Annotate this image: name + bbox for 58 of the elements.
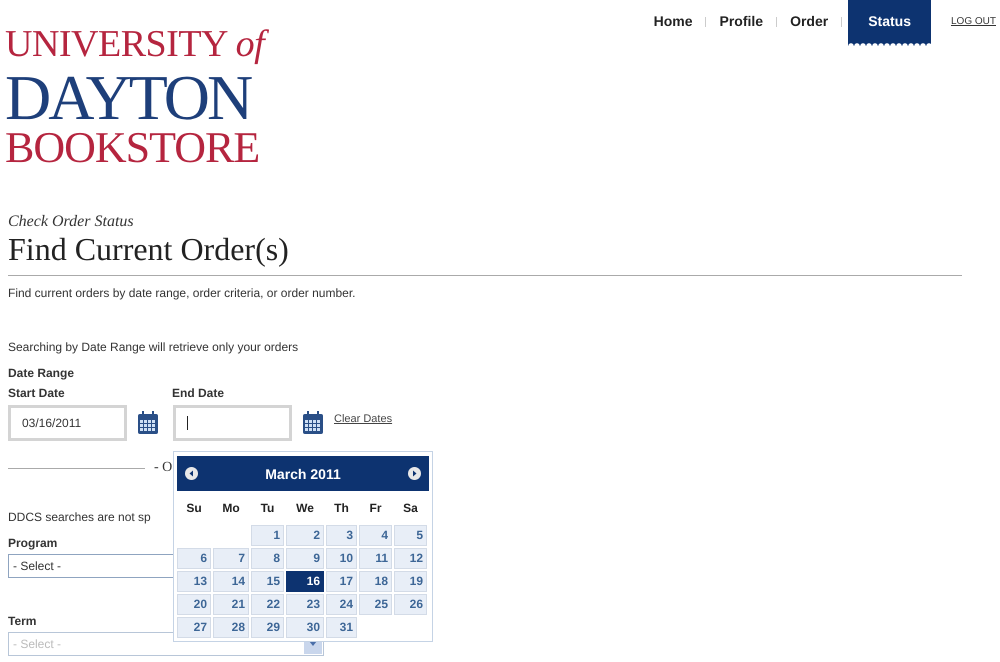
calendar-day[interactable]: 4 bbox=[359, 525, 392, 546]
calendar-day[interactable]: 1 bbox=[251, 525, 284, 546]
section-label: Date Range bbox=[8, 366, 74, 380]
calendar-day[interactable]: 11 bbox=[359, 548, 392, 569]
field-label: Term bbox=[8, 614, 36, 628]
nav-tab[interactable]: Profile bbox=[719, 0, 764, 39]
field-label: Program bbox=[8, 536, 58, 550]
calendar-day[interactable]: 5 bbox=[394, 525, 427, 546]
calendar-day[interactable]: 25 bbox=[359, 594, 392, 615]
calendar-day[interactable]: 26 bbox=[394, 594, 427, 615]
field-label: End Date bbox=[172, 386, 226, 400]
calendar-day[interactable]: 14 bbox=[213, 571, 249, 592]
calendar-day[interactable]: 24 bbox=[326, 594, 357, 615]
calendar-day[interactable]: 7 bbox=[213, 548, 249, 569]
calendar-day[interactable]: 21 bbox=[213, 594, 249, 615]
nav-tab[interactable]: Order bbox=[790, 0, 828, 39]
field-label: Start Date bbox=[8, 386, 66, 400]
calendar-day[interactable]: 17 bbox=[326, 571, 357, 592]
page-kicker: Check Order Status bbox=[8, 213, 135, 231]
calendar-day[interactable]: 8 bbox=[251, 548, 284, 569]
nav-tab[interactable]: Home bbox=[654, 0, 692, 39]
weekday-label: Su bbox=[185, 500, 203, 517]
calendar-day[interactable]: 27 bbox=[177, 617, 211, 638]
calendar-day[interactable]: 30 bbox=[286, 617, 324, 638]
calendar-day[interactable]: 13 bbox=[177, 571, 211, 592]
date-range-note: Searching by Date Range will retrieve only your orders bbox=[8, 340, 300, 354]
weekday-label: Th bbox=[333, 500, 350, 517]
calendar-day[interactable]: 20 bbox=[177, 594, 211, 615]
weekday-label: Mo bbox=[221, 500, 241, 517]
weekday-label: Sa bbox=[402, 500, 419, 517]
calendar-day[interactable]: 29 bbox=[251, 617, 284, 638]
calendar-day[interactable]: 15 bbox=[251, 571, 284, 592]
clear-dates-link[interactable]: Clear Dates bbox=[334, 413, 392, 425]
intro-text: Find current orders by date range, order criteria, or order number. bbox=[8, 286, 356, 300]
calendar-day[interactable]: 28 bbox=[213, 617, 249, 638]
calendar-day[interactable]: 3 bbox=[326, 525, 357, 546]
nav-tab[interactable]: Status bbox=[848, 0, 931, 46]
calendar-day[interactable]: 22 bbox=[251, 594, 284, 615]
calendar-day[interactable]: 23 bbox=[286, 594, 324, 615]
weekday-label: Fr bbox=[368, 500, 382, 517]
calendar-day[interactable]: 2 bbox=[286, 525, 324, 546]
calendar-day[interactable]: 12 bbox=[394, 548, 427, 569]
calendar-day[interactable]: 31 bbox=[326, 617, 357, 638]
calendar-day[interactable]: 9 bbox=[286, 548, 324, 569]
logout-link[interactable]: LOG OUT bbox=[950, 16, 996, 27]
calendar-day[interactable]: 16 bbox=[286, 571, 324, 592]
calendar-month: March 2011 bbox=[265, 466, 341, 482]
ddcs-note: DDCS searches are not sp bbox=[8, 510, 151, 524]
start-date-field[interactable]: 03/16/2011 bbox=[8, 405, 127, 441]
calendar-day[interactable]: 19 bbox=[394, 571, 427, 592]
weekday-label: We bbox=[295, 500, 315, 517]
or-divider-text: - O bbox=[154, 460, 172, 476]
weekday-label: Tu bbox=[260, 500, 276, 517]
page-title: Find Current Order(s) bbox=[8, 231, 290, 267]
calendar-day[interactable]: 10 bbox=[326, 548, 357, 569]
calendar-day[interactable]: 18 bbox=[359, 571, 392, 592]
logo-text: UNIVERSITY of bbox=[5, 22, 270, 68]
calendar-day[interactable]: 6 bbox=[177, 548, 211, 569]
